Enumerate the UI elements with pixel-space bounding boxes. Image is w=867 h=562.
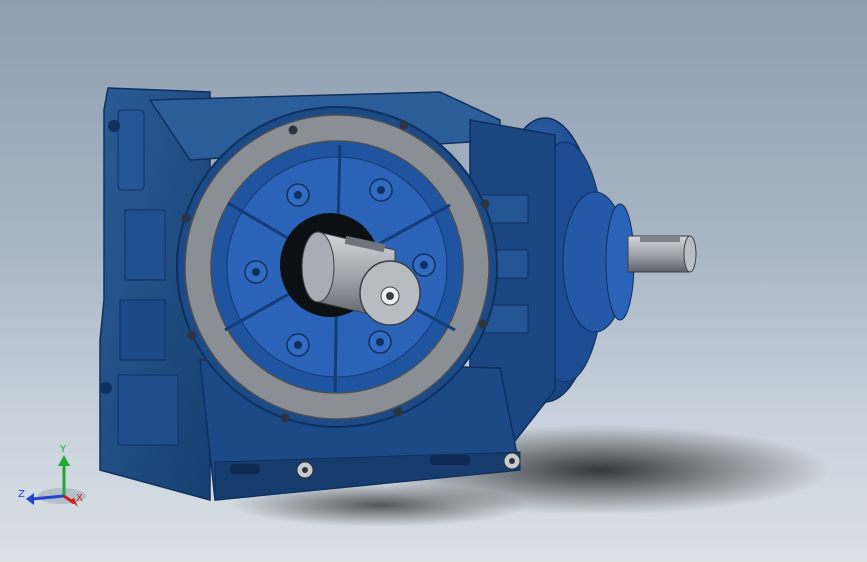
triad-z-label: Z: [18, 489, 25, 500]
input-shaft[interactable]: [627, 235, 697, 273]
triad-x-label: X: [76, 493, 83, 504]
triad-y-arrowhead: [58, 455, 70, 466]
triad-y-label: Y: [59, 444, 67, 455]
gearbox-scene[interactable]: Y Z X: [0, 0, 867, 562]
cad-viewport[interactable]: Y Z X: [0, 0, 867, 562]
coordinate-triad: Y Z X: [18, 444, 86, 507]
triad-z-arrowhead: [26, 493, 34, 505]
